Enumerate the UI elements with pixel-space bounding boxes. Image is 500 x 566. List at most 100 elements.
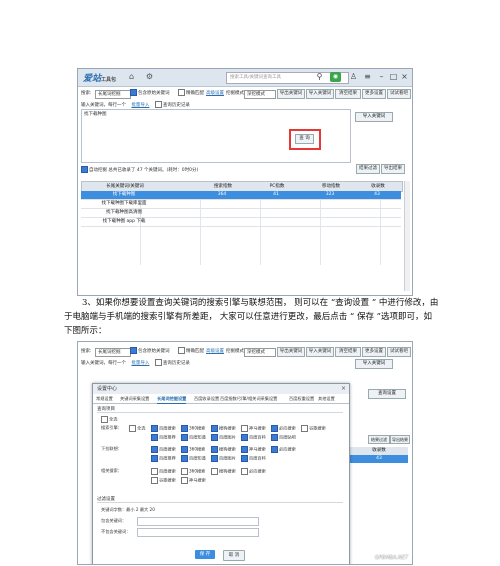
import-keywords-button[interactable]: 导入关键词	[306, 89, 334, 99]
table-row[interactable]: 找下载种图 app 下载	[81, 218, 401, 227]
settings-button[interactable]: 查询设置	[368, 389, 406, 399]
sub-baidu-image[interactable]: 百度图片	[211, 434, 236, 441]
dialog-tabs: 常规设置 关键词采集设置 长尾词挖掘设置 百度收录设置 百度指数/引擎/相关词采…	[93, 394, 349, 404]
select-all-checkbox[interactable]: 全选	[101, 416, 117, 423]
rel-bing[interactable]: 必应搜索	[241, 468, 266, 475]
mode-label: 挖掘模式:	[226, 349, 246, 354]
close-icon[interactable]: ×	[341, 384, 346, 394]
table-row[interactable]: 找下载种图 364 41 323 43	[81, 191, 401, 200]
try-button[interactable]: 试试看吧	[387, 89, 411, 99]
exact-checkbox[interactable]: 精确匹配	[178, 345, 204, 358]
dd-360[interactable]: 360搜索	[181, 446, 205, 453]
dd-baidu[interactable]: 百度搜索	[151, 446, 176, 453]
filter-results-button[interactable]: 结果过滤	[356, 164, 380, 174]
tab-baidu-weight[interactable]: 百度权重设置	[289, 394, 314, 403]
engine-google[interactable]: 谷歌搜索	[301, 425, 326, 432]
clear-results-button[interactable]: 清空结果	[335, 89, 361, 99]
dd-sub-1[interactable]: 百度推荐	[151, 455, 176, 462]
dedupe-checkbox[interactable]: 包含原始关键词	[130, 345, 170, 358]
home-icon[interactable]: ⌂	[126, 72, 137, 82]
export-keywords-button[interactable]: 导出关键词	[277, 89, 305, 99]
input-hint-row: 输入关键词，每行一个 批量导入 查询历史记录	[81, 101, 190, 108]
mode-select[interactable]: 深挖模式	[244, 90, 276, 99]
cell-keyword: 找下载种图 app 下载	[102, 219, 146, 224]
filter-results-button[interactable]: 结果过滤	[368, 435, 390, 444]
sub-baidu-rec[interactable]: 百度推荐	[151, 434, 176, 441]
engine-all[interactable]: 全选	[129, 425, 145, 432]
rel-sogou[interactable]: 搜狗搜索	[211, 468, 236, 475]
search-label: 搜索:	[81, 349, 92, 354]
engine-sogou[interactable]: 搜狗搜索	[211, 425, 236, 432]
tab-general[interactable]: 常规设置	[96, 394, 113, 403]
notification-icon[interactable]: ◉	[330, 72, 341, 82]
clear-results-button[interactable]: 清空结果	[335, 347, 361, 357]
user-icon[interactable]: ♙	[348, 72, 359, 82]
filter-exclude[interactable]: 不包含关键词：	[101, 529, 130, 535]
engine-select[interactable]: 长尾词挖掘	[95, 90, 131, 99]
history-checkbox[interactable]: 查询历史记录	[154, 359, 190, 366]
table-row[interactable]: 找下载种图高清图	[81, 209, 401, 218]
dd-bing[interactable]: 必应搜索	[271, 446, 296, 453]
exclude-input[interactable]	[137, 528, 259, 537]
engine-label: 搜索引擎：	[101, 425, 122, 430]
advanced-link[interactable]: 高级设置	[206, 345, 224, 358]
save-button[interactable]: 保 存	[195, 550, 215, 559]
col-indexed[interactable]: 收录数	[350, 447, 408, 455]
batch-import-link[interactable]: 批量导入	[131, 103, 149, 108]
engine-baidu[interactable]: 百度搜索	[151, 425, 176, 432]
export-results-button[interactable]: 导出结果	[390, 435, 410, 444]
advanced-link[interactable]: 高级设置	[206, 87, 224, 100]
close-icon[interactable]: ×	[399, 72, 410, 82]
dialog-title: 设置中心	[93, 384, 349, 394]
dd-shenma[interactable]: 神马搜索	[241, 446, 266, 453]
search-label: 搜索:	[81, 91, 92, 96]
filter-length[interactable]: 关键词字数：最小 2 最大 20	[101, 507, 155, 513]
more-settings-button[interactable]: 更多设置	[362, 89, 386, 99]
more-settings-button[interactable]: 更多设置	[362, 347, 386, 357]
rel-google[interactable]: 谷歌搜索	[151, 477, 176, 484]
dd-sogou[interactable]: 搜狗搜索	[211, 446, 236, 453]
tab-baidu-related[interactable]: 百度指数/引擎/相关词采集设置	[220, 394, 277, 403]
export-results-button[interactable]: 导出结果	[381, 164, 405, 174]
tab-other[interactable]: 其他设置	[318, 394, 335, 403]
title-bar: 爱站工具包 ⌂ ⚙ 搜索工具/关键词查询工具 ⚲ ◉ ♙ ≡ – □ ×	[78, 69, 412, 87]
maximize-icon[interactable]: □	[388, 72, 399, 82]
export-keywords-button[interactable]: 导出关键词	[277, 347, 305, 357]
settings-icon[interactable]: ⚙	[144, 72, 155, 82]
search-icon[interactable]: ⚲	[314, 72, 325, 82]
import-kw-button[interactable]: 导入关键词	[355, 359, 393, 369]
try-button[interactable]: 试试看吧	[387, 347, 411, 357]
import-keywords-button[interactable]: 导入关键词	[306, 347, 334, 357]
sub-baidu-zhidao[interactable]: 百度知道	[181, 434, 206, 441]
start-query-button[interactable]: 查 询	[295, 134, 314, 144]
batch-import-link[interactable]: 批量导入	[131, 361, 149, 366]
import-kw-button[interactable]: 导入关键词	[355, 112, 393, 122]
sub-baidu-baike[interactable]: 百度百科	[241, 434, 266, 441]
dd-sub-3[interactable]: 百度图片	[211, 455, 236, 462]
dd-sub-4[interactable]: 百度百科	[241, 455, 266, 462]
exact-checkbox[interactable]: 精确匹配	[178, 87, 204, 100]
table-row[interactable]: 找下载种图下载库里面	[81, 200, 401, 209]
mode-select[interactable]: 深挖模式	[244, 348, 276, 357]
history-checkbox[interactable]: 查询历史记录	[154, 101, 190, 108]
engine-360[interactable]: 360搜索	[181, 425, 205, 432]
rel-baidu[interactable]: 百度搜索	[151, 468, 176, 475]
tab-keyword-collect[interactable]: 关键词采集设置	[120, 394, 149, 403]
vertical-scrollbar[interactable]	[404, 181, 410, 291]
tab-longtail[interactable]: 长尾词挖掘设置	[157, 394, 187, 404]
filter-include[interactable]: 包含关键词：	[101, 518, 126, 524]
minimize-icon[interactable]: –	[376, 72, 387, 82]
dedupe-checkbox[interactable]: 包含原始关键词	[130, 87, 170, 100]
engine-shenma[interactable]: 神马搜索	[241, 425, 266, 432]
tab-baidu-index[interactable]: 百度收录设置	[194, 394, 219, 403]
options-toolbar-2: 搜索: 长尾词挖掘 包含原始关键词 精确匹配 高级设置 挖掘模式: 深挖模式 导…	[78, 345, 412, 358]
sub-baidu-tieba[interactable]: 百度贴吧	[271, 434, 296, 441]
include-input[interactable]	[137, 517, 259, 526]
engine-select[interactable]: 长尾词挖掘	[95, 348, 131, 357]
rel-shenma[interactable]: 神马搜索	[181, 477, 206, 484]
engine-bing[interactable]: 必应搜索	[271, 425, 296, 432]
dd-sub-2[interactable]: 百度知道	[181, 455, 206, 462]
menu-icon[interactable]: ≡	[362, 72, 373, 82]
rel-360[interactable]: 360搜索	[181, 468, 205, 475]
cancel-button[interactable]: 取 消	[223, 550, 245, 561]
